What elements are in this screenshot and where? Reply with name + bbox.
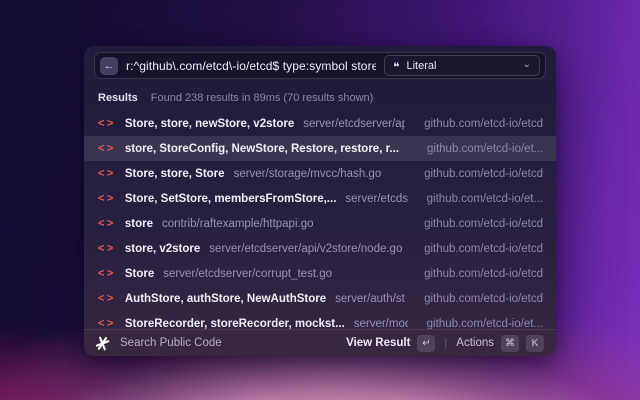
result-file-path: contrib/raftexample/httpapi.go xyxy=(161,217,314,230)
result-row[interactable]: <> store contrib/raftexample/httpapi.go … xyxy=(84,211,556,236)
results-header: Results Found 238 results in 89ms (70 re… xyxy=(84,79,556,111)
result-repo: github.com/etcd-io/et... xyxy=(427,142,544,155)
result-file-path: server/auth/store.go xyxy=(335,292,405,305)
result-symbols: store, StoreConfig, NewStore, Restore, r… xyxy=(124,142,400,155)
result-symbols: AuthStore, authStore, NewAuthStore xyxy=(124,292,327,305)
k-key-label: K xyxy=(526,334,544,352)
result-file-path: server/etcdserver/api/v2store/store.go xyxy=(303,117,406,130)
cmd-key-icon: ⌘ xyxy=(501,334,519,352)
symbol-icon: <> xyxy=(98,142,116,154)
result-symbols: StoreRecorder, storeRecorder, mockst... xyxy=(124,317,345,330)
actions-button[interactable]: Actions ⌘ K xyxy=(456,334,544,352)
result-row[interactable]: <> Store, store, newStore, v2store serve… xyxy=(84,111,556,136)
result-row[interactable]: <> AuthStore, authStore, NewAuthStore se… xyxy=(84,286,556,311)
result-symbols: store, v2store xyxy=(124,242,201,255)
search-modal: ← r:^github\.com/etcd\-io/etcd$ type:sym… xyxy=(84,46,556,356)
result-file-path: server/mock/mockstore/store_recorder.go xyxy=(353,317,408,330)
enter-key-icon: ↵ xyxy=(417,334,436,352)
search-bar: ← r:^github\.com/etcd\-io/etcd$ type:sym… xyxy=(94,52,546,79)
result-repo: github.com/etcd-io/etcd xyxy=(424,167,543,180)
symbol-icon: <> xyxy=(98,292,116,304)
result-row[interactable]: <> Store, SetStore, membersFromStore,...… xyxy=(84,186,556,211)
sourcegraph-logo-icon xyxy=(95,336,110,350)
result-symbols: Store, store, newStore, v2store xyxy=(124,117,295,130)
result-row[interactable]: <> store, StoreConfig, NewStore, Restore… xyxy=(84,136,556,161)
result-repo: github.com/etcd-io/etcd xyxy=(424,242,543,255)
result-file-path: server/etcdserver/corrupt_test.go xyxy=(163,267,333,280)
chevron-down-icon: ⌄ xyxy=(522,59,531,70)
result-file-path: server/etcdserver/api/membership/cluste.… xyxy=(345,192,408,205)
brand-label: Search Public Code xyxy=(120,337,222,349)
result-file-path: server/etcdserver/api/v2store/node.go xyxy=(209,242,403,255)
result-repo: github.com/etcd-io/etcd xyxy=(424,292,543,305)
result-file-path: server/storage/mvcc/hash.go xyxy=(233,167,382,180)
result-symbols: Store, SetStore, membersFromStore,... xyxy=(124,192,337,205)
literal-quote-icon: ❝ xyxy=(393,59,400,74)
result-repo: github.com/etcd-io/et... xyxy=(426,192,543,205)
result-row[interactable]: <> Store, store, Store server/storage/mv… xyxy=(84,161,556,186)
back-icon: ← xyxy=(103,59,115,72)
result-symbols: store xyxy=(124,217,153,230)
results-summary: Found 238 results in 89ms (70 results sh… xyxy=(150,92,374,104)
view-result-button[interactable]: View Result ↵ xyxy=(346,334,436,352)
back-button[interactable]: ← xyxy=(100,56,118,75)
search-mode-label: Literal xyxy=(406,59,437,72)
results-list: <> Store, store, newStore, v2store serve… xyxy=(84,111,556,336)
footer-actions: View Result ↵ | Actions ⌘ K xyxy=(346,334,544,352)
symbol-icon: <> xyxy=(98,117,116,129)
result-symbols: Store xyxy=(124,267,155,280)
symbol-icon: <> xyxy=(98,267,116,279)
symbol-icon: <> xyxy=(98,167,116,179)
result-repo: github.com/etcd-io/etcd xyxy=(424,267,543,280)
results-title: Results xyxy=(98,92,138,104)
result-row[interactable]: <> Store server/etcdserver/corrupt_test.… xyxy=(84,261,556,286)
desktop-background: ← r:^github\.com/etcd\-io/etcd$ type:sym… xyxy=(0,0,640,400)
result-row[interactable]: <> store, v2store server/etcdserver/api/… xyxy=(84,236,556,261)
result-repo: github.com/etcd-io/etcd xyxy=(424,217,543,230)
result-repo: github.com/etcd-io/et... xyxy=(426,317,543,330)
symbol-icon: <> xyxy=(98,242,116,254)
search-input[interactable]: r:^github\.com/etcd\-io/etcd$ type:symbo… xyxy=(126,59,376,73)
symbol-icon: <> xyxy=(98,192,116,204)
search-mode-dropdown[interactable]: ❝ Literal ⌄ xyxy=(384,55,540,76)
view-result-label: View Result xyxy=(346,337,411,349)
footer-divider: | xyxy=(444,337,448,349)
result-repo: github.com/etcd-io/etcd xyxy=(424,117,543,130)
actions-label: Actions xyxy=(456,337,494,349)
result-symbols: Store, store, Store xyxy=(124,167,225,180)
symbol-icon: <> xyxy=(98,217,116,229)
footer-bar: Search Public Code View Result ↵ | Actio… xyxy=(84,329,556,356)
symbol-icon: <> xyxy=(98,317,116,329)
search-query-text: r:^github\.com/etcd\-io/etcd$ type:symbo… xyxy=(126,58,376,73)
